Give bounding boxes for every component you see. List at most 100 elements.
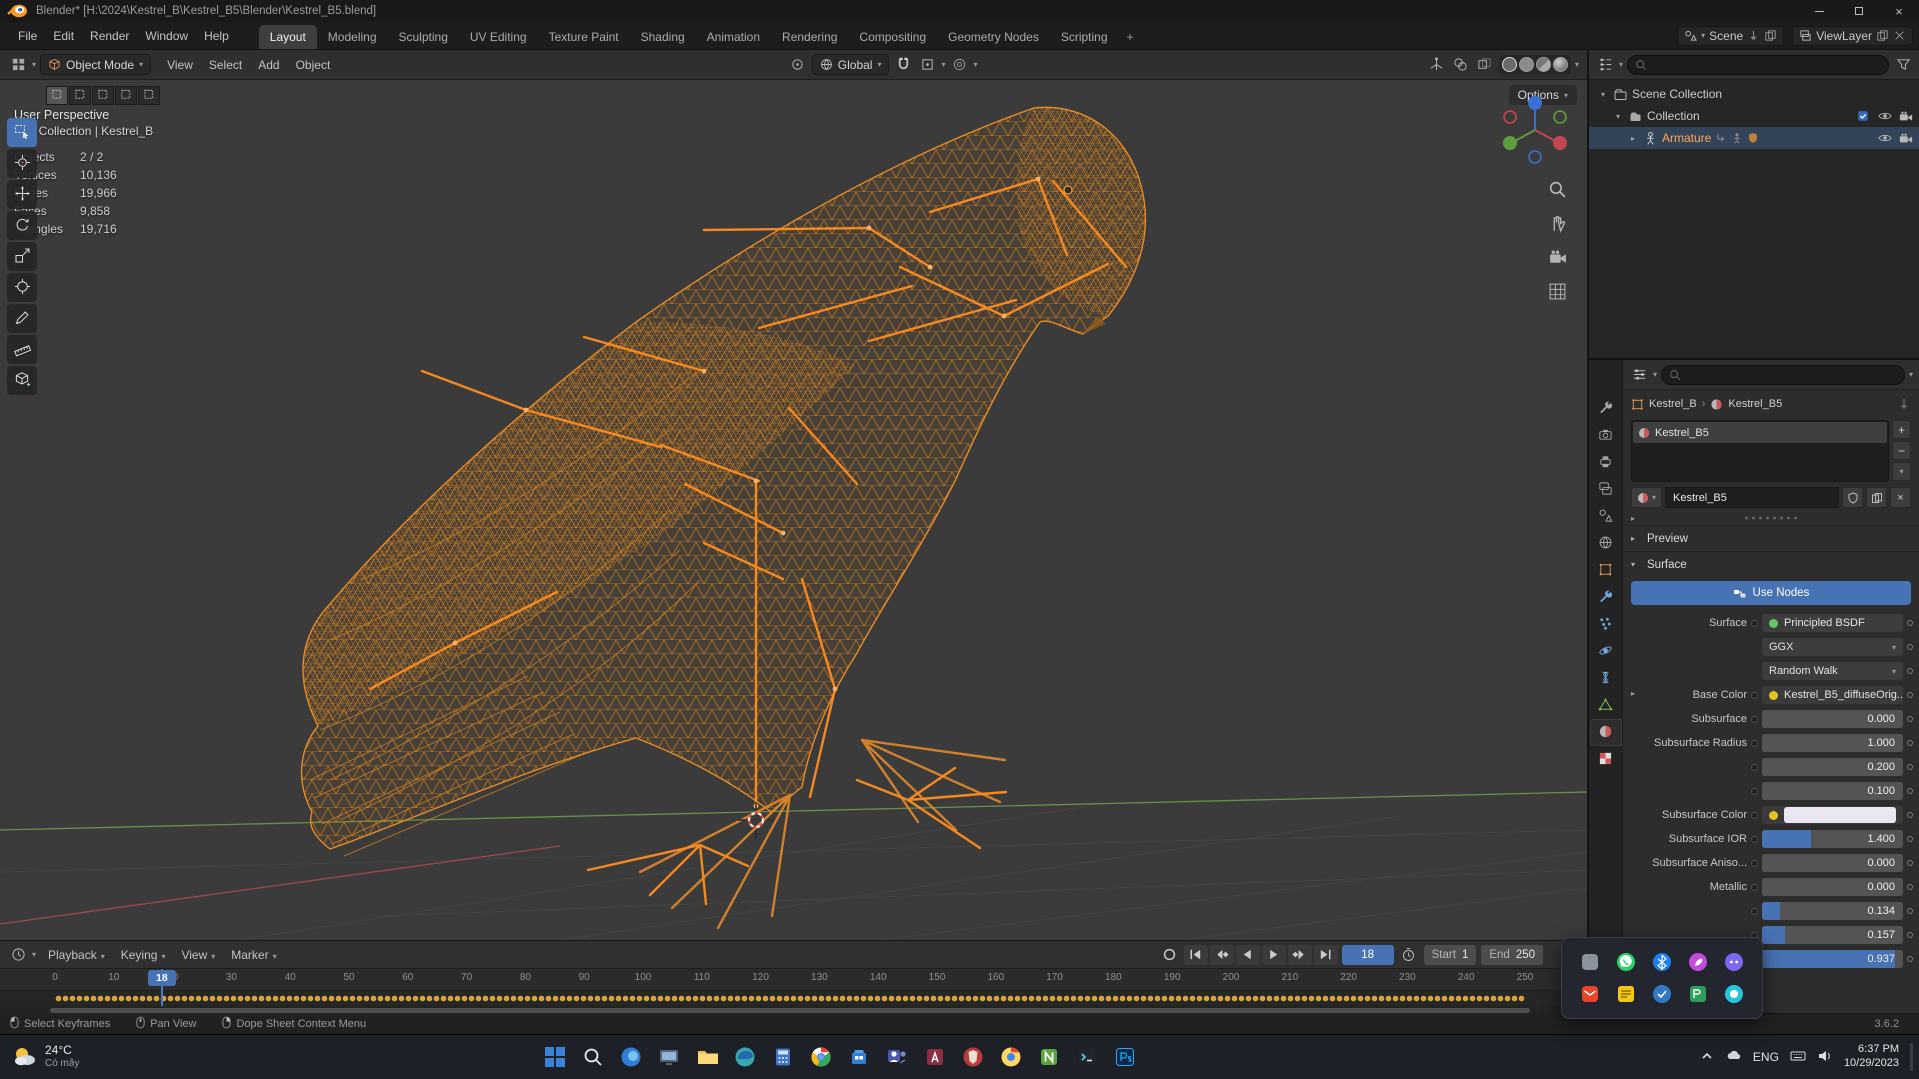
start-frame-field[interactable]: Start 1	[1423, 944, 1477, 965]
material-slot[interactable]: Kestrel_B5	[1633, 422, 1887, 443]
keyboard-icon[interactable]	[1790, 1048, 1806, 1067]
blue-app-tray-icon[interactable]	[1651, 983, 1673, 1005]
proportional-editing-icon[interactable]	[949, 55, 969, 75]
browse-material-button[interactable]: ▾	[1631, 487, 1663, 508]
checkbox-icon[interactable]	[1857, 110, 1871, 122]
prop-slider[interactable]: 0.000	[1762, 854, 1903, 872]
pan-hand-icon[interactable]	[1548, 214, 1567, 236]
properties-tab-constraints[interactable]	[1591, 666, 1621, 691]
mail-tray-icon[interactable]	[1579, 983, 1601, 1005]
viewport-menu-add[interactable]: Add	[250, 54, 287, 76]
preview-section-header[interactable]: ▸ Preview	[1623, 525, 1919, 551]
previous-keyframe-button[interactable]	[1209, 944, 1234, 965]
snap-magnet-icon[interactable]	[893, 55, 913, 75]
outliner-filter-icon[interactable]	[1893, 55, 1913, 75]
pin-icon[interactable]	[1747, 29, 1760, 42]
drag-grip-icon[interactable]	[1743, 516, 1799, 520]
subsurface-method-dropdown[interactable]: Random Walk ▾	[1762, 662, 1903, 680]
close-button[interactable]: ×	[1879, 0, 1919, 22]
duplicate-scene-icon[interactable]	[1764, 29, 1777, 42]
viewport-menu-select[interactable]: Select	[201, 54, 250, 76]
editor-type-icon[interactable]	[8, 55, 28, 75]
animate-dot-icon[interactable]	[1751, 763, 1758, 771]
tab-shading[interactable]: Shading	[629, 25, 696, 49]
timeline-scrollbar[interactable]	[0, 1006, 1587, 1014]
remove-viewlayer-icon[interactable]	[1893, 29, 1906, 42]
decorator-icon[interactable]	[1907, 644, 1913, 650]
show-gizmo-icon[interactable]	[1427, 55, 1447, 75]
teams-icon[interactable]	[885, 1045, 909, 1069]
material-slot-list[interactable]: Kestrel_B5	[1631, 420, 1889, 482]
properties-tab-world[interactable]	[1591, 531, 1621, 556]
distribution-dropdown[interactable]: GGX ▾	[1762, 638, 1903, 656]
tab-uv-editing[interactable]: UV Editing	[458, 25, 538, 49]
unlink-material-button[interactable]: ×	[1890, 487, 1911, 508]
timeline-menu-keying[interactable]: Keying	[113, 945, 174, 965]
new-material-button[interactable]	[1866, 487, 1887, 508]
viewport-menu-view[interactable]: View	[159, 54, 201, 76]
cursor-tool-button[interactable]	[7, 149, 37, 178]
bluetooth-tray-icon[interactable]	[1651, 951, 1673, 973]
outliner-row-scene-collection[interactable]: ▾ Scene Collection	[1589, 83, 1919, 105]
calculator-icon[interactable]	[771, 1045, 795, 1069]
add-cube-tool-button[interactable]	[7, 366, 37, 395]
chevron-right-icon[interactable]: ▸	[1631, 689, 1635, 701]
speaker-icon[interactable]	[1817, 1048, 1833, 1067]
timeline-editor-icon[interactable]	[8, 945, 28, 965]
overlays-icon[interactable]	[1451, 55, 1471, 75]
properties-tab-modifiers[interactable]	[1591, 585, 1621, 610]
child-icon[interactable]	[1715, 132, 1727, 144]
animate-dot-icon[interactable]	[1751, 835, 1758, 843]
tab-rendering[interactable]: Rendering	[771, 25, 849, 49]
properties-editor-icon[interactable]	[1629, 365, 1649, 385]
tab-compositing[interactable]: Compositing	[848, 25, 938, 49]
tab-modeling[interactable]: Modeling	[316, 25, 388, 49]
prop-slider[interactable]: 0.000	[1762, 710, 1903, 728]
end-frame-field[interactable]: End 250	[1481, 944, 1543, 965]
access-icon[interactable]	[923, 1045, 947, 1069]
select-intersect-button[interactable]	[138, 86, 160, 105]
prop-slider[interactable]: 0.157	[1762, 926, 1903, 944]
animate-dot-icon[interactable]	[1751, 619, 1758, 627]
outliner-row-armature[interactable]: ▸ Armature	[1589, 127, 1919, 149]
pose-icon[interactable]	[1731, 132, 1743, 144]
remove-slot-button[interactable]: −	[1892, 441, 1911, 460]
brave-icon[interactable]	[961, 1045, 985, 1069]
ortho-grid-icon[interactable]	[1548, 282, 1567, 304]
decorator-icon[interactable]	[1907, 740, 1913, 746]
disclosure-icon[interactable]: ▾	[1597, 90, 1609, 99]
properties-tab-render[interactable]	[1591, 423, 1621, 448]
decorator-icon[interactable]	[1907, 788, 1913, 794]
eye-icon[interactable]	[1878, 132, 1892, 144]
shield-icon[interactable]	[1747, 132, 1759, 144]
maximize-button[interactable]	[1839, 0, 1879, 22]
camera-view-icon[interactable]	[1548, 248, 1567, 270]
add-slot-button[interactable]: +	[1892, 420, 1911, 439]
prop-slider[interactable]: 0.100	[1762, 782, 1903, 800]
properties-tab-particles[interactable]	[1591, 612, 1621, 637]
notes-tray-icon[interactable]	[1615, 983, 1637, 1005]
properties-tab-output[interactable]	[1591, 450, 1621, 475]
play-reverse-button[interactable]	[1235, 944, 1260, 965]
menu-file[interactable]: File	[10, 25, 45, 47]
decorator-icon[interactable]	[1907, 764, 1913, 770]
timeline-menu-view[interactable]: View	[173, 945, 223, 965]
prop-slider[interactable]: 0.000	[1762, 878, 1903, 896]
file-explorer-icon[interactable]	[695, 1045, 719, 1069]
tab-layout[interactable]: Layout	[258, 25, 317, 49]
decorator-icon[interactable]	[1907, 692, 1913, 698]
whatsapp-tray-icon[interactable]	[1615, 951, 1637, 973]
properties-tab-data[interactable]	[1591, 693, 1621, 718]
animate-dot-icon[interactable]	[1751, 859, 1758, 867]
select-box-tool-button[interactable]	[7, 118, 37, 147]
photoshop-icon[interactable]	[1113, 1045, 1137, 1069]
discord-tray-icon[interactable]	[1723, 951, 1745, 973]
viewlayer-selector[interactable]: ViewLayer	[1792, 25, 1913, 46]
select-new-button[interactable]	[46, 86, 68, 105]
use-nodes-button[interactable]: Use Nodes	[1631, 581, 1911, 605]
animate-dot-icon[interactable]	[1751, 691, 1758, 699]
tab-scripting[interactable]: Scripting	[1049, 25, 1119, 49]
shading-wireframe-button[interactable]	[1501, 57, 1517, 72]
edge-icon[interactable]	[733, 1045, 757, 1069]
decorator-icon[interactable]	[1907, 812, 1913, 818]
